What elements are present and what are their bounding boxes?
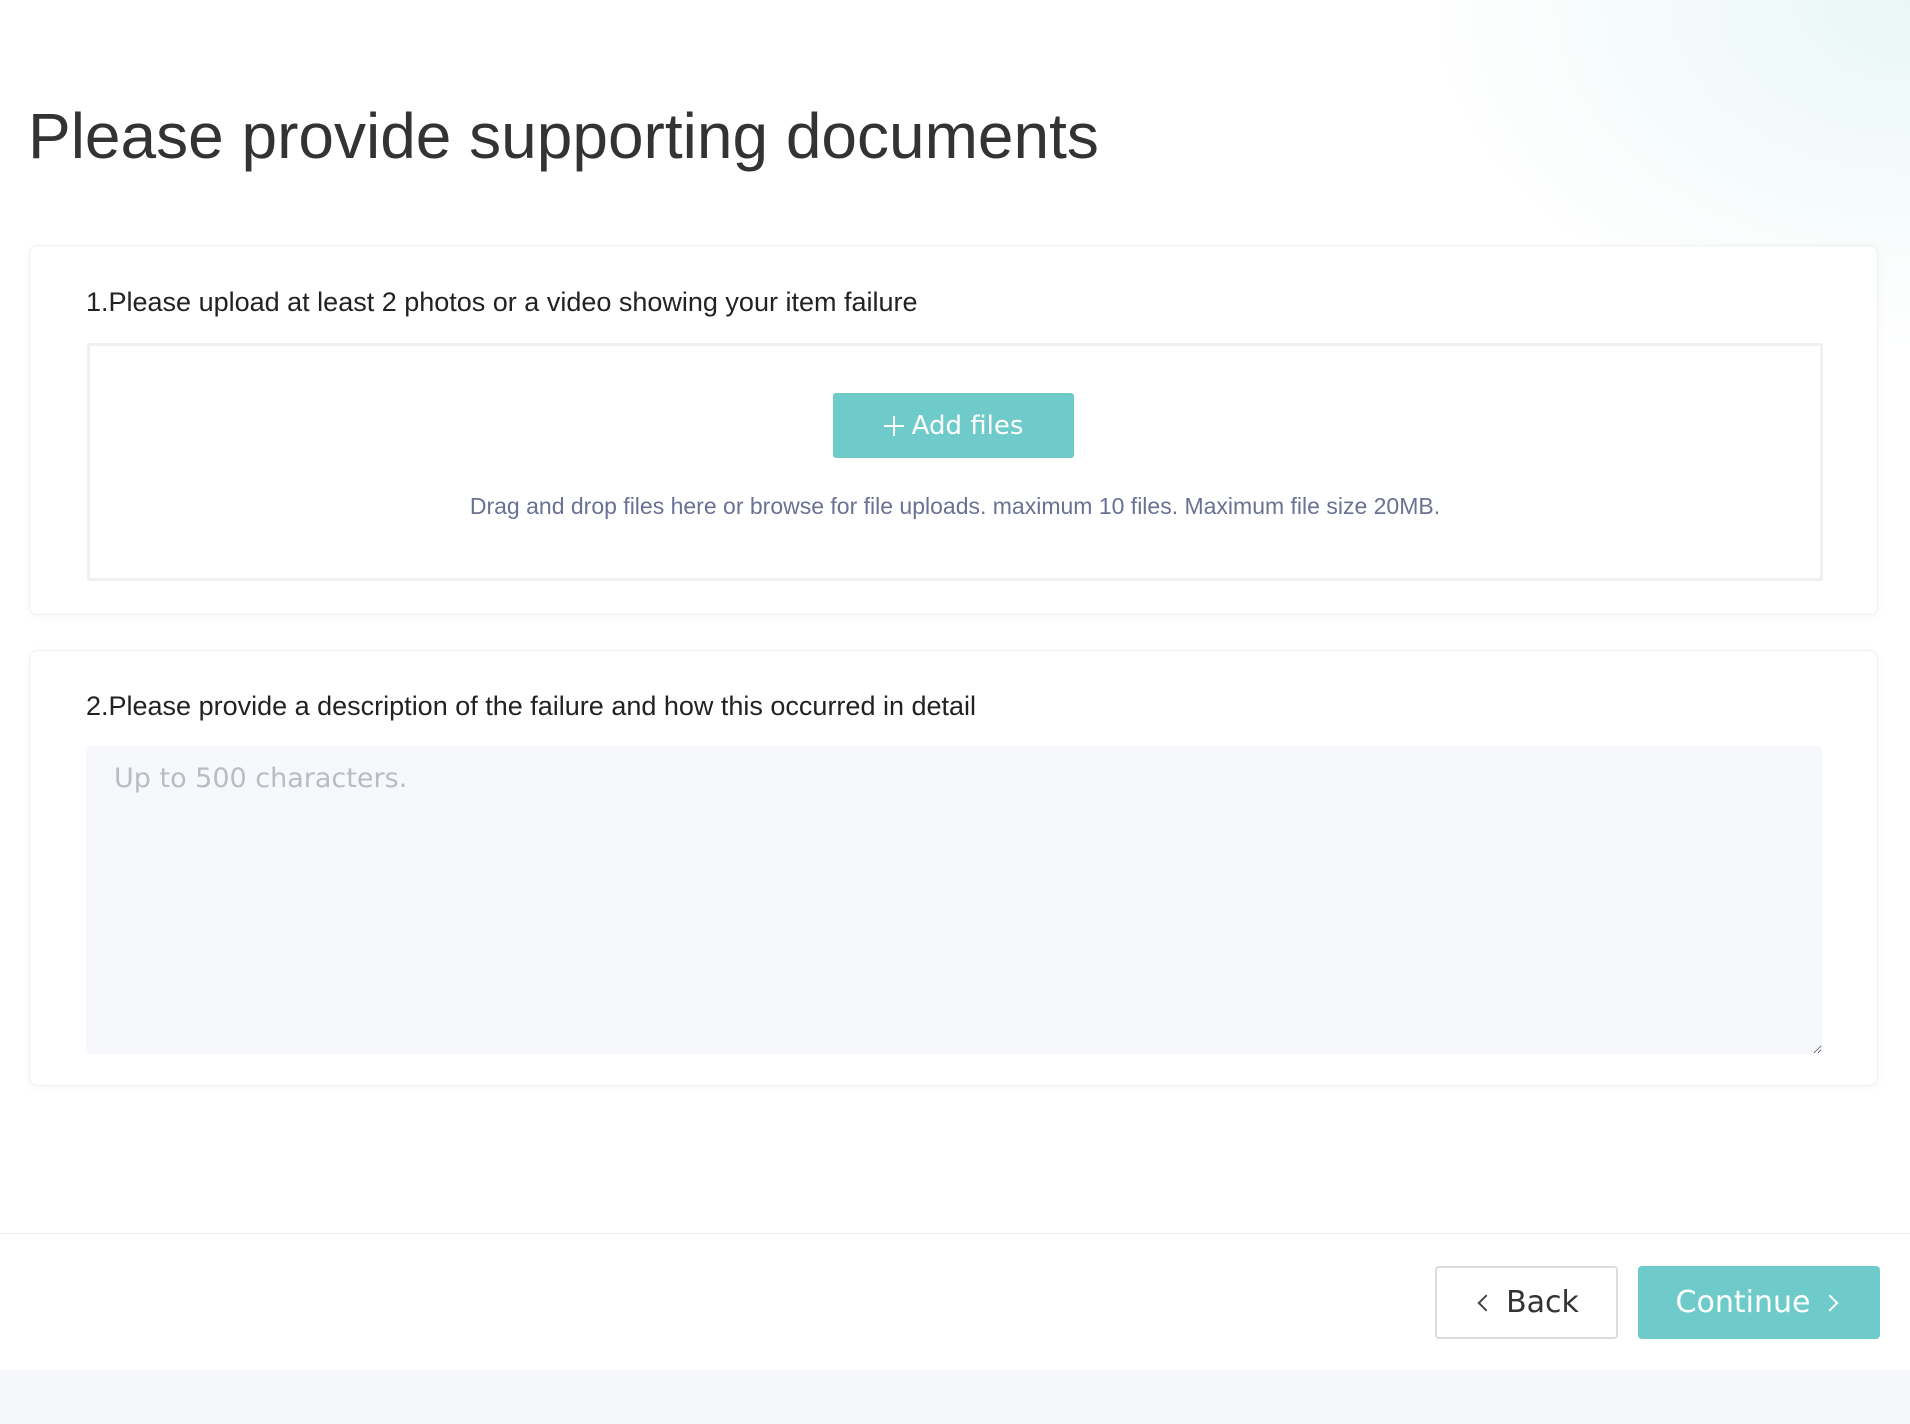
add-files-label: Add files [911, 410, 1024, 441]
description-heading: 2.Please provide a description of the fa… [86, 691, 977, 721]
continue-button[interactable]: Continue [1638, 1266, 1880, 1339]
continue-label: Continue [1675, 1285, 1811, 1320]
chevron-left-icon [1477, 1294, 1495, 1311]
footer-divider [0, 1233, 1910, 1234]
plus-icon [883, 415, 904, 436]
file-dropzone[interactable] [87, 343, 1823, 581]
description-textarea[interactable] [86, 746, 1822, 1054]
bottom-strip [0, 1370, 1910, 1424]
back-button[interactable]: Back [1435, 1266, 1618, 1339]
back-label: Back [1506, 1285, 1579, 1320]
add-files-button[interactable]: Add files [833, 393, 1074, 458]
chevron-right-icon [1821, 1294, 1839, 1311]
dropzone-hint: Drag and drop files here or browse for f… [469, 493, 1441, 519]
upload-heading: 1.Please upload at least 2 photos or a v… [86, 287, 918, 317]
page-title: Please provide supporting documents [28, 100, 1099, 172]
